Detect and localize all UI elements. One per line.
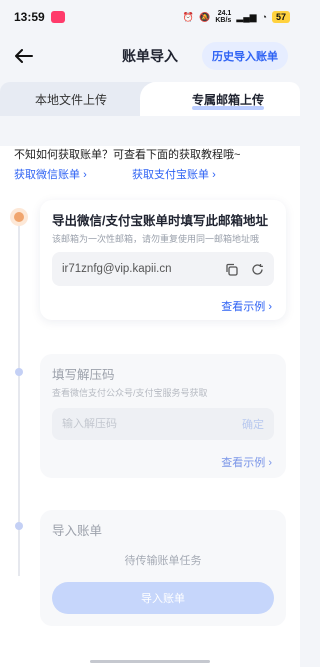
- mute-icon: 🔕: [199, 11, 211, 22]
- get-alipay-bill-link[interactable]: 获取支付宝账单 ›: [132, 166, 216, 182]
- app-notification-icon: [50, 11, 65, 23]
- tab-local-upload[interactable]: 本地文件上传: [0, 82, 160, 116]
- password-step-subtitle: 查看微信支付公众号/支付宝服务号获取: [52, 388, 208, 398]
- email-step-subtitle: 该邮箱为一次性邮箱，请勿重复使用同一邮箱地址哦: [52, 234, 260, 244]
- link-label: 获取微信账单: [14, 169, 80, 181]
- get-wechat-bill-link[interactable]: 获取微信账单 ›: [14, 166, 87, 182]
- import-step-card: 导入账单 待传输账单任务 导入账单: [40, 510, 286, 626]
- email-step-card: 导出微信/支付宝账单时填写此邮箱地址 该邮箱为一次性邮箱，请勿重复使用同一邮箱地…: [40, 200, 286, 320]
- tab-label: 本地文件上传: [34, 92, 107, 107]
- copy-button[interactable]: [224, 262, 238, 276]
- arrow-left-icon: [15, 49, 33, 63]
- unzip-code-input[interactable]: [62, 418, 242, 430]
- email-upload-panel: 不知如何获取账单？可查看下面的获取教程哦~ 获取微信账单 › 获取支付宝账单 ›…: [0, 146, 300, 667]
- alarm-icon: ⏰: [182, 11, 195, 22]
- wifi-icon: ◔: [261, 12, 267, 22]
- battery-level: 57: [271, 11, 290, 23]
- email-step-title: 导出微信/支付宝账单时填写此邮箱地址: [52, 214, 268, 228]
- step-dot: [15, 368, 23, 376]
- password-step-title: 填写解压码: [52, 368, 115, 382]
- password-example-link[interactable]: 查看示例 ›: [221, 454, 272, 470]
- step-active-dot: [10, 208, 28, 226]
- refresh-button[interactable]: [250, 262, 264, 276]
- network-speed: 24.1 KB/s: [215, 10, 232, 24]
- chevron-right-icon: ›: [268, 301, 272, 313]
- chevron-right-icon: ›: [268, 457, 272, 469]
- email-address: ir71znfg@vip.kapii.cn: [62, 263, 172, 275]
- back-button[interactable]: [12, 44, 36, 68]
- email-address-box: ir71znfg@vip.kapii.cn: [52, 252, 274, 286]
- help-tip: 不知如何获取账单？可查看下面的获取教程哦~: [14, 149, 241, 161]
- unzip-code-field: 确定: [52, 408, 274, 440]
- copy-icon: [225, 263, 238, 276]
- chevron-right-icon: ›: [212, 169, 216, 181]
- signal-icon: ▂▄▆: [236, 11, 257, 22]
- upload-tabs: 本地文件上传 专属邮箱上传: [0, 82, 300, 116]
- tab-label: 专属邮箱上传: [191, 92, 265, 110]
- header: 账单导入 历史导入账单: [0, 34, 300, 78]
- link-label: 查看示例: [221, 457, 266, 469]
- step-dot: [15, 522, 23, 530]
- home-indicator: [90, 660, 210, 663]
- pending-task-text: 待传输账单任务: [124, 555, 202, 567]
- chevron-right-icon: ›: [83, 169, 87, 181]
- import-step-title: 导入账单: [52, 524, 103, 538]
- confirm-button[interactable]: 确定: [242, 416, 264, 432]
- status-bar: 13:59 ⏰ 🔕 24.1 KB/s ▂▄▆ ◔ 57: [0, 0, 300, 34]
- link-label: 查看示例: [221, 301, 266, 313]
- history-import-button[interactable]: 历史导入账单: [202, 42, 288, 70]
- refresh-icon: [251, 263, 263, 275]
- link-label: 获取支付宝账单: [132, 169, 209, 181]
- status-time: 13:59: [14, 10, 45, 24]
- import-bill-button[interactable]: 导入账单: [52, 582, 274, 614]
- email-example-link[interactable]: 查看示例 ›: [221, 298, 272, 314]
- tab-email-upload[interactable]: 专属邮箱上传: [140, 82, 300, 116]
- password-step-card: 填写解压码 查看微信支付公众号/支付宝服务号获取 确定 查看示例 ›: [40, 354, 286, 478]
